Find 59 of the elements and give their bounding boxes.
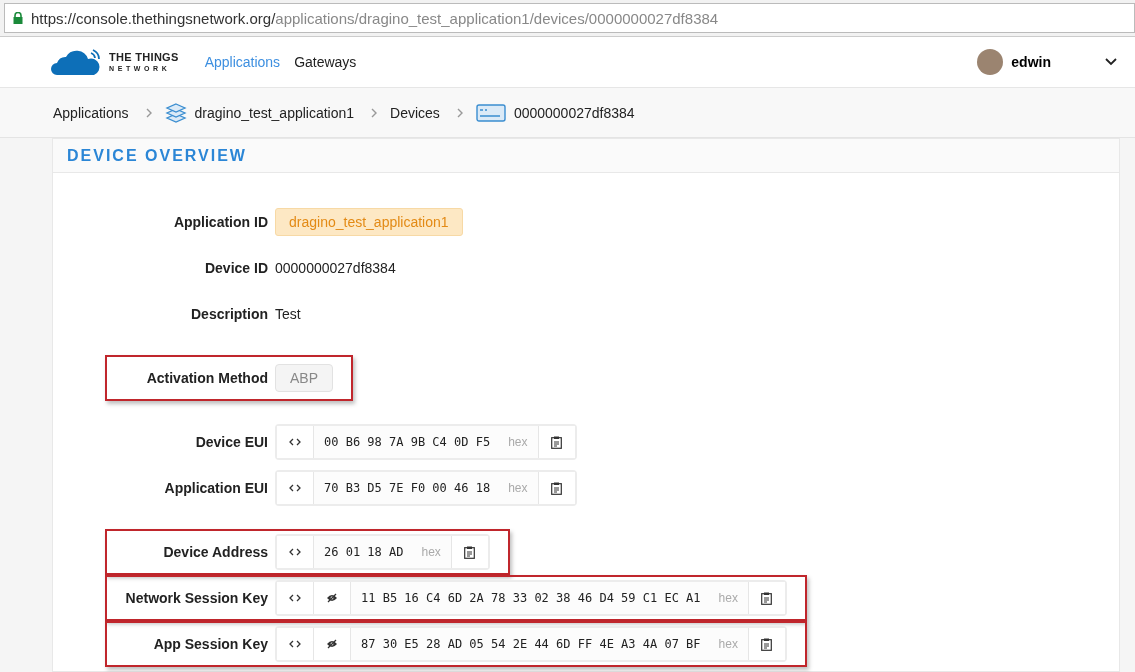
field-label: Description (190, 306, 268, 322)
field-label: App Session Key (152, 636, 268, 652)
section-title: DEVICE OVERVIEW (67, 146, 247, 165)
field-label: Network Session Key (124, 590, 268, 606)
hex-value: 11 B5 16 C4 6D 2A 78 33 02 38 46 D4 59 C1 EC A1 (360, 590, 702, 607)
app-id-tag: dragino_test_application1 (275, 208, 463, 236)
address-bar[interactable]: https://console.thethingsnetwork.org/applications/dragino_test_application1/devices/0000000027df8384 (4, 3, 1135, 33)
avatar[interactable] (977, 49, 1004, 75)
unit-label: hex (717, 636, 739, 653)
clipboard-icon[interactable] (551, 435, 563, 449)
activation-tag: ABP (275, 364, 333, 392)
field-label: Application EUI (163, 480, 268, 496)
field-value: Test (275, 306, 301, 322)
breadcrumb-link[interactable]: Applications (53, 104, 129, 121)
field-value: 0000000027df8384 (275, 260, 396, 276)
nav-link[interactable]: Applications (204, 54, 281, 70)
field-label: Activation Method (145, 370, 268, 386)
code-toggle-icon[interactable] (289, 640, 301, 648)
clipboard-icon[interactable] (761, 591, 773, 605)
chevron-right-icon (456, 107, 464, 118)
field-label: Device EUI (194, 434, 268, 450)
breadcrumb-link[interactable]: 0000000027df8384 (513, 104, 635, 121)
field-label: Device Address (162, 544, 268, 560)
nav-link[interactable]: Gateways (294, 54, 357, 70)
chevron-right-icon (145, 107, 153, 118)
logo-title: THE THINGS (109, 52, 179, 63)
clipboard-icon[interactable] (551, 481, 563, 495)
chevron-down-icon[interactable] (1105, 58, 1117, 66)
device-icon (475, 102, 506, 123)
hex-value: 00 B6 98 7A 9B C4 0D F5 (323, 434, 492, 451)
eye-slash-icon[interactable] (326, 639, 338, 649)
lock-icon (13, 12, 23, 24)
chevron-right-icon (371, 107, 379, 118)
unit-label: hex (420, 544, 442, 561)
cloud-logo-icon (51, 49, 103, 75)
eye-slash-icon[interactable] (326, 593, 338, 603)
hex-value: 70 B3 D5 7E F0 00 46 18 (323, 480, 492, 497)
layers-icon (164, 101, 187, 124)
hex-value: 26 01 18 AD (323, 544, 405, 561)
hex-field[interactable]: 70 B3 D5 7E F0 00 46 18 hex (275, 470, 577, 506)
hex-field[interactable]: 87 30 E5 28 AD 05 54 2E 44 6D FF 4E A3 4A 07 BF hex (275, 626, 787, 662)
hex-field[interactable]: 26 01 18 AD hex (275, 534, 490, 570)
clipboard-icon[interactable] (464, 545, 476, 559)
breadcrumb-link[interactable]: Devices (390, 104, 440, 121)
hex-field[interactable]: 11 B5 16 C4 6D 2A 78 33 02 38 46 D4 59 C1 EC A1 hex (275, 580, 787, 616)
field-label: Device ID (203, 260, 268, 276)
code-toggle-icon[interactable] (289, 594, 301, 602)
code-toggle-icon[interactable] (289, 484, 301, 492)
unit-label: hex (507, 480, 529, 497)
field-label: Application ID (172, 214, 268, 230)
unit-label: hex (717, 590, 739, 607)
breadcrumb-link[interactable]: dragino_test_application1 (194, 104, 355, 121)
hex-field[interactable]: 00 B6 98 7A 9B C4 0D F5 hex (275, 424, 577, 460)
hex-value: 87 30 E5 28 AD 05 54 2E 44 6D FF 4E A3 4A 07 BF (360, 636, 702, 653)
clipboard-icon[interactable] (761, 637, 773, 651)
user-name[interactable]: edwin (1011, 54, 1051, 70)
code-toggle-icon[interactable] (289, 438, 301, 446)
code-toggle-icon[interactable] (289, 548, 301, 556)
unit-label: hex (507, 434, 529, 451)
